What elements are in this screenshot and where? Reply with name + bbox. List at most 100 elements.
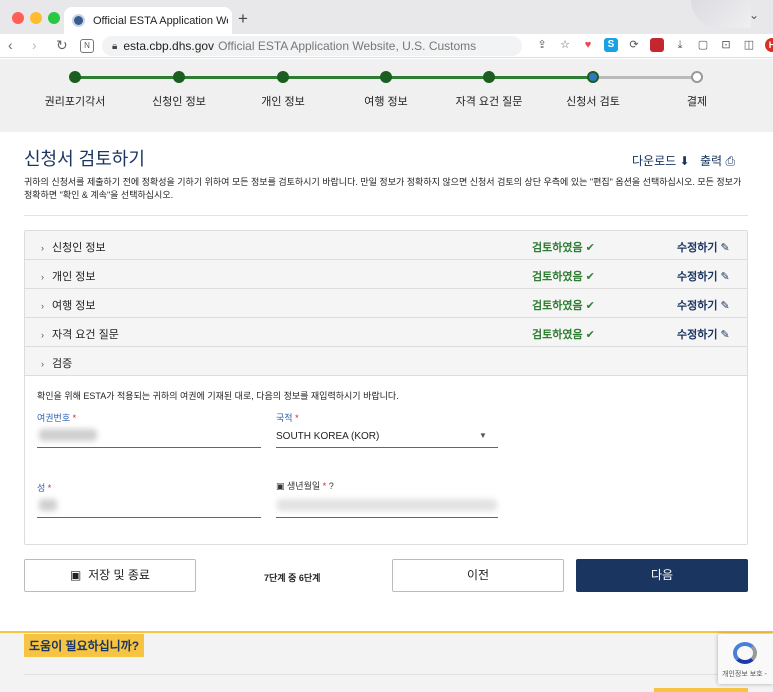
reload-icon[interactable]: ↻ [56,37,68,54]
progress-step-label: 결제 [686,96,708,108]
chevron-right-icon: › [41,272,44,282]
browser-theme-decoration [691,0,751,28]
screenshot-icon[interactable]: ⊡ [719,38,733,52]
bookmark-star-icon[interactable]: ☆ [558,38,572,52]
divider [24,215,748,216]
page-title: 신청서 검토하기 [24,149,145,169]
tab-title: Official ESTA Application Website [93,14,228,27]
help-section: 도움이 필요하십니까? [0,631,773,692]
progress-step-dot [380,71,392,83]
chevron-right-icon: › [41,330,44,340]
section-personal-info[interactable]: › 개인 정보 검토하였음 ✔ 수정하기 ✎ [25,260,747,289]
help-heading[interactable]: 도움이 필요하십니까? [24,634,145,657]
previous-button[interactable]: 이전 [392,559,564,592]
chevron-right-icon: › [41,243,44,253]
browser-tab[interactable]: Official ESTA Application Website [64,7,232,34]
print-label: 출력 [700,154,723,168]
share-icon[interactable]: ⇪ [535,38,549,52]
progress-step-dot [587,71,599,83]
divider [24,674,724,675]
section-label: 자격 요건 질문 [52,329,119,341]
dhs-seal-icon [72,14,85,27]
section-label: 여행 정보 [52,300,96,312]
help-button-edge[interactable] [654,688,748,692]
download-label: 다운로드 [632,154,677,168]
reviewed-status: 검토하였음 ✔ [532,271,595,283]
extension-s-icon[interactable]: S [604,38,618,52]
edit-link[interactable]: 수정하기 ✎ [677,239,730,255]
url-page-title: Official ESTA Application Website, U.S. … [218,39,477,53]
date-of-birth-label: ▣ 생년월일 * ? [276,481,334,491]
tab-icon[interactable]: ▢ [696,38,710,52]
reviewed-status: 검토하였음 ✔ [532,329,595,341]
intro-text: 귀하의 신청서를 제출하기 전에 정확성을 기하기 위하여 모든 정보를 검토하… [24,177,742,200]
download-link[interactable]: 다운로드 ⬇ [632,152,690,169]
recaptcha-badge[interactable]: 개인정보 보호 - [718,634,773,684]
section-applicant-info[interactable]: › 신청인 정보 검토하였음 ✔ 수정하기 ✎ [25,231,747,260]
progress-step-dot [277,71,289,83]
progress-step-label: 개인 정보 [261,96,305,108]
download-icon[interactable]: ⤓ [673,38,687,52]
caret-down-icon[interactable]: ▼ [479,431,487,440]
flag-icon[interactable] [650,38,664,52]
chevron-down-icon[interactable]: ⌄ [749,8,759,22]
lock-icon: 🔒︎ [112,40,118,52]
step-indicator: 7단계 중 6단계 [264,573,321,583]
verification-instruction: 확인을 위해 ESTA가 적용되는 귀하의 여권에 기재된 대로, 다음의 정보… [37,391,399,401]
back-icon[interactable]: ‹ [8,37,13,53]
new-tab-button[interactable]: + [238,9,248,29]
chevron-right-icon: › [41,301,44,311]
edit-link[interactable]: 수정하기 ✎ [677,326,730,342]
surname-field[interactable] [37,517,261,518]
reviewed-status: 검토하였음 ✔ [532,242,595,254]
progress-step-dot [173,71,185,83]
save-and-exit-button[interactable]: ▣ 저장 및 종료 [24,559,196,592]
extension-icon[interactable]: ⟳ [627,38,641,52]
sidebar-icon[interactable]: ◫ [742,38,756,52]
progress-step-dot [69,71,81,83]
maximize-window-button[interactable] [48,12,60,24]
nationality-label: 국적 * [276,413,299,423]
passport-number-field-value [39,429,97,441]
section-label: 개인 정보 [52,271,96,283]
browser-toolbar: ‹ › ↻ N 🔒︎ esta.cbp.dhs.gov Official EST… [0,34,773,58]
address-bar[interactable]: 🔒︎ esta.cbp.dhs.gov Official ESTA Applic… [102,36,522,56]
url-domain: esta.cbp.dhs.gov [123,39,215,53]
progress-tracker: 권리포기각서 신청인 정보 개인 정보 여행 정보 자격 요건 질문 신청서 검토 결제 [0,59,773,132]
printer-icon: ⎙ [725,154,736,168]
profile-avatar[interactable]: H [765,38,773,52]
progress-step-label: 신청서 검토 [566,96,620,108]
reviewed-status: 검토하였음 ✔ [532,300,595,312]
browser-tab-strip: Official ESTA Application Website + ⌄ [0,0,773,34]
pocket-icon[interactable]: ♥ [581,38,595,52]
nationality-select[interactable] [276,447,498,448]
nationality-select-value: SOUTH KOREA (KOR) [276,431,380,442]
minimize-window-button[interactable] [30,12,42,24]
section-verification[interactable]: › 검증 [25,347,747,376]
progress-step-dot [691,71,703,83]
edit-link[interactable]: 수정하기 ✎ [677,268,730,284]
review-accordion: › 신청인 정보 검토하였음 ✔ 수정하기 ✎ › 개인 정보 검토하였음 ✔ 수정… [24,230,748,545]
surname-field-value [39,499,57,511]
print-link[interactable]: 출력 ⎙ [700,152,735,169]
section-travel-info[interactable]: › 여행 정보 검토하였음 ✔ 수정하기 ✎ [25,289,747,318]
section-eligibility[interactable]: › 자격 요건 질문 검토하였음 ✔ 수정하기 ✎ [25,318,747,347]
progress-completed-line [75,76,593,79]
close-window-button[interactable] [12,12,24,24]
passport-number-label: 여권번호 * [37,413,77,423]
progress-step-label: 권리포기각서 [44,96,106,108]
help-circle-icon[interactable]: ? [329,481,334,491]
download-icon: ⬇ [679,154,690,168]
recaptcha-icon [733,642,757,664]
progress-step-label: 자격 요건 질문 [455,96,523,108]
next-button[interactable]: 다음 [576,559,748,592]
recaptcha-privacy-text[interactable]: 개인정보 보호 - [722,669,767,679]
progress-step-dot [483,71,495,83]
date-of-birth-field[interactable] [276,517,498,518]
reader-mode-icon[interactable]: N [80,39,94,53]
forward-icon[interactable]: › [32,37,37,53]
edit-link[interactable]: 수정하기 ✎ [677,297,730,313]
calendar-icon: ▣ [276,481,285,491]
floppy-disk-icon: ▣ [70,568,82,582]
passport-number-field[interactable] [37,447,261,448]
